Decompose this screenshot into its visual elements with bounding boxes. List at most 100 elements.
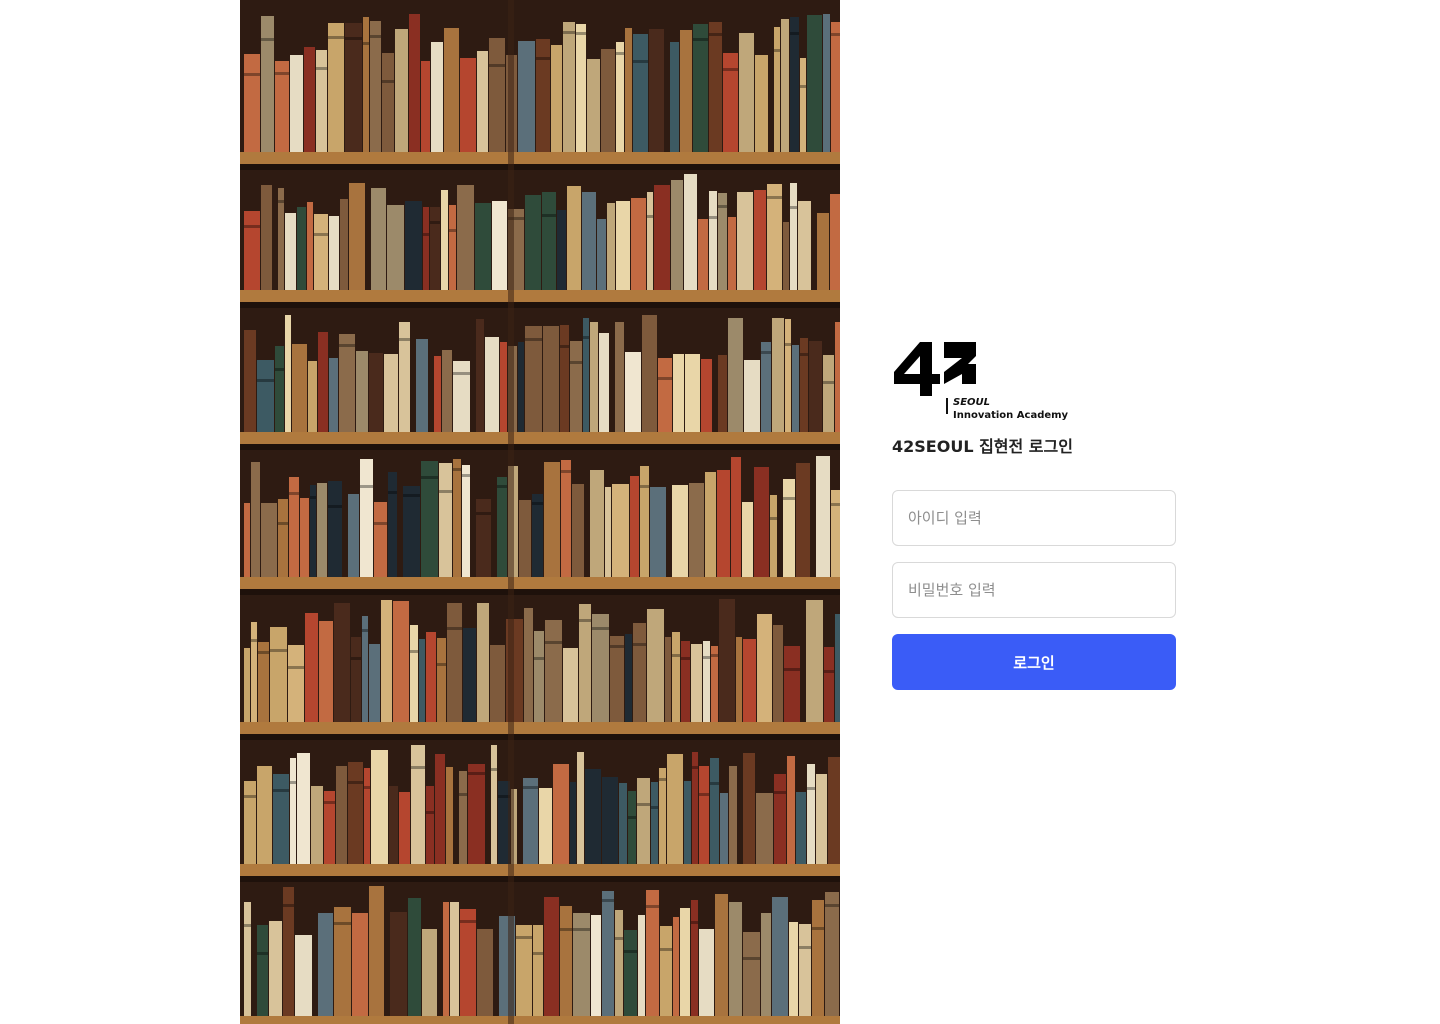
book-spine — [371, 750, 388, 864]
book-spine — [257, 766, 272, 864]
book-spine — [710, 758, 719, 864]
logo-academy-text: Innovation Academy — [953, 410, 1069, 421]
shelf-shadow — [240, 876, 840, 882]
book-spine — [673, 917, 679, 1016]
bookshelf-photo — [240, 0, 840, 1024]
book-spine — [544, 897, 559, 1016]
book-spine — [610, 636, 624, 722]
book-spine — [477, 929, 493, 1016]
book-band — [523, 786, 538, 789]
book-spine — [812, 900, 824, 1016]
book-spine — [389, 786, 398, 864]
book-spine — [728, 217, 736, 290]
book-band — [289, 492, 299, 495]
book-spine — [680, 908, 690, 1016]
book-band — [533, 952, 543, 955]
book-spine — [492, 201, 507, 290]
book-spine — [784, 646, 800, 722]
book-band — [573, 928, 590, 931]
book-spine — [638, 915, 645, 1016]
book-band — [637, 803, 650, 806]
book-band — [275, 72, 289, 75]
book-spine — [659, 768, 666, 864]
book-band — [360, 485, 373, 488]
book-band — [430, 221, 440, 224]
book-spine — [339, 334, 355, 432]
book-spine — [761, 342, 771, 432]
id-input[interactable] — [892, 490, 1176, 546]
book-spine — [382, 53, 394, 152]
book-spine — [602, 891, 614, 1016]
book-band — [785, 343, 791, 346]
book-spine — [251, 462, 260, 577]
book-spine — [790, 183, 797, 290]
book-band — [316, 67, 327, 70]
book-spine — [364, 768, 370, 864]
book-band — [563, 31, 575, 34]
book-spine — [305, 613, 318, 722]
book-spine — [806, 600, 823, 722]
book-band — [560, 345, 569, 348]
book-spine — [828, 757, 840, 864]
book-spine — [409, 14, 420, 152]
book-spine — [447, 603, 462, 722]
book-band — [462, 474, 470, 477]
book-band — [633, 60, 648, 63]
shelf-shadow — [240, 302, 840, 308]
book-spine — [352, 913, 368, 1016]
book-spine — [587, 59, 600, 152]
login-button[interactable]: 로그인 — [892, 634, 1176, 690]
book-spine — [671, 180, 683, 290]
book-spine — [792, 345, 799, 432]
book-spine — [523, 778, 538, 864]
book-spine — [435, 754, 445, 864]
book-spine — [441, 190, 448, 290]
book-spine — [457, 185, 474, 290]
book-band — [382, 80, 394, 83]
login-page: SEOUL Innovation Academy 42SEOUL 집현전 로그인… — [0, 0, 1440, 1024]
book-spine — [351, 637, 361, 722]
book-spine — [800, 338, 808, 432]
book-spine — [244, 211, 260, 290]
book-spine — [244, 330, 256, 432]
book-spine — [468, 764, 485, 864]
book-spine — [597, 219, 606, 290]
book-band — [447, 627, 462, 630]
book-band — [693, 38, 708, 41]
book-spine — [311, 786, 323, 864]
book-spine — [625, 28, 632, 152]
book-spine — [823, 14, 830, 152]
book-spine — [742, 502, 753, 577]
book-band — [437, 663, 446, 666]
password-input[interactable] — [892, 562, 1176, 618]
book-spine — [772, 318, 784, 432]
book-spine — [651, 782, 658, 864]
book-band — [459, 793, 467, 796]
book-spine — [723, 53, 738, 152]
book-spine — [646, 890, 659, 1016]
book-spine — [823, 355, 834, 432]
book-spine — [563, 22, 575, 152]
book-spine — [660, 926, 672, 1016]
book-band — [628, 816, 636, 819]
book-spine — [772, 897, 788, 1016]
book-spine — [615, 322, 624, 432]
book-spine — [796, 463, 810, 577]
book-spine — [590, 470, 604, 577]
book-band — [610, 645, 624, 648]
book-band — [348, 781, 363, 784]
book-spine — [787, 756, 795, 864]
book-spine — [463, 628, 476, 722]
book-spine — [317, 483, 327, 577]
book-band — [536, 57, 550, 60]
book-spine — [693, 24, 708, 152]
book-spine — [773, 625, 783, 722]
book-spine — [835, 322, 840, 432]
book-spine — [633, 623, 646, 722]
book-spine — [718, 355, 727, 432]
book-band — [288, 666, 304, 669]
book-band — [283, 904, 294, 907]
book-spine — [592, 614, 609, 722]
book-band — [362, 629, 368, 632]
book-spine — [437, 638, 446, 722]
